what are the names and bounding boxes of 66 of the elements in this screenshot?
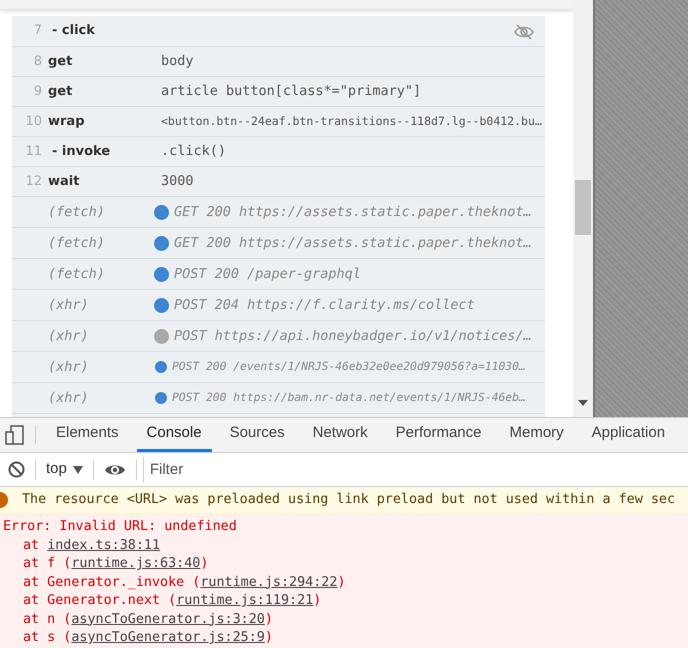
command-row[interactable]: 10 wrap <button.btn--24eaf.btn-transitions--118d7.lg--b0412.bu… — [12, 107, 545, 137]
caret-icon — [72, 466, 83, 474]
row-number: 9 — [32, 82, 43, 101]
command-name: (xhr) — [48, 296, 90, 315]
scrollbar-track[interactable] — [573, 0, 593, 417]
request-message: POST 200 https://bam.nr-data.net/events/1/NRJS-46eb… — [172, 390, 526, 406]
request-message: GET 200 https://assets.static.paper.theknot… — [174, 234, 532, 253]
warning-text: The resource <URL> was preloaded using link preload but not used within a few sec — [22, 490, 676, 509]
request-message: POST 200 /events/1/NRJS-46eb32e0ee20d979056?a=11030… — [172, 358, 526, 375]
clear-console-icon[interactable] — [8, 461, 25, 478]
command-name: (xhr) — [48, 326, 90, 346]
scroll-down-icon[interactable] — [578, 400, 588, 406]
source-link[interactable]: runtime.js:294:22 — [200, 574, 338, 590]
command-name: - click — [51, 22, 96, 40]
context-selector[interactable]: top — [46, 458, 83, 481]
filter-field[interactable]: Filter — [142, 456, 688, 482]
stack-frame: at index.ts:38:11 — [0, 536, 688, 555]
command-row[interactable]: 11 - invoke .click() — [12, 137, 545, 167]
stack-frame: at s (asyncToGenerator.js:25:9) — [0, 629, 688, 648]
stack-frame: at n (asyncToGenerator.js:3:20) — [0, 610, 688, 629]
command-name: wait — [48, 172, 80, 191]
eye-icon[interactable] — [104, 462, 126, 476]
row-number: 12 — [24, 172, 43, 191]
command-name: (xhr) — [48, 388, 90, 408]
command-name: (fetch) — [48, 264, 106, 284]
source-link[interactable]: asyncToGenerator.js:3:20 — [71, 612, 265, 626]
row-number: 8 — [32, 52, 43, 71]
command-name: wrap — [48, 112, 86, 131]
stack-frame: at f (runtime.js:63:40) — [0, 555, 688, 574]
devtools-tab[interactable]: Elements — [46, 418, 129, 452]
command-message: .click() — [161, 142, 226, 162]
request-message: POST 200 /paper-graphql — [174, 264, 361, 284]
devtools-tab[interactable]: Application — [582, 418, 676, 452]
scrollbar-thumb[interactable] — [575, 180, 591, 235]
row-number: 10 — [24, 112, 43, 131]
command-row[interactable]: 8 get body — [12, 47, 545, 77]
command-row[interactable]: 7 - click — [12, 16, 545, 47]
command-name: (fetch) — [48, 234, 106, 253]
command-name: (xhr) — [48, 358, 90, 377]
request-message: POST https://api.honeybadger.io/v1/notices/… — [174, 326, 532, 346]
source-link[interactable]: index.ts:38:11 — [47, 538, 160, 552]
devtools-tab[interactable]: Network — [302, 418, 378, 452]
command-message: article button[class*="primary"] — [161, 82, 422, 102]
devtools-tab[interactable]: Sources — [220, 418, 295, 452]
devtools-tab[interactable]: Memory — [500, 418, 574, 452]
stack-frame: at Generator.next (runtime.js:119:21) — [0, 592, 688, 610]
command-row[interactable]: 9 get article button[class*="primary"] — [12, 77, 545, 107]
device-toggle-icon[interactable] — [5, 425, 25, 445]
request-message: GET 200 https://assets.static.paper.theknot… — [174, 202, 532, 222]
error-text: Error: Invalid URL: undefined — [2, 518, 238, 536]
command-name: get — [48, 82, 74, 101]
stack-frame: at Generator._invoke (runtime.js:294:22) — [0, 574, 688, 592]
source-link[interactable]: runtime.js:63:40 — [71, 556, 200, 571]
row-number: 7 — [32, 22, 43, 40]
source-link[interactable]: runtime.js:119:21 — [176, 593, 314, 608]
command-name: get — [48, 52, 74, 71]
devtools-tab[interactable]: Performance — [386, 418, 492, 452]
command-name: (fetch) — [48, 202, 106, 222]
source-link[interactable]: asyncToGenerator.js:25:9 — [71, 630, 265, 645]
command-message: body — [161, 52, 194, 72]
request-message: POST 204 https://f.clarity.ms/collect — [174, 296, 475, 315]
command-message: 3000 — [161, 172, 194, 192]
command-row[interactable]: 12 wait 3000 — [12, 167, 545, 197]
command-name: - invoke — [51, 142, 112, 161]
command-message: <button.btn--24eaf.btn-transitions--118d7.lg--b0412.bu… — [161, 112, 542, 130]
row-number: 11 — [24, 142, 43, 161]
